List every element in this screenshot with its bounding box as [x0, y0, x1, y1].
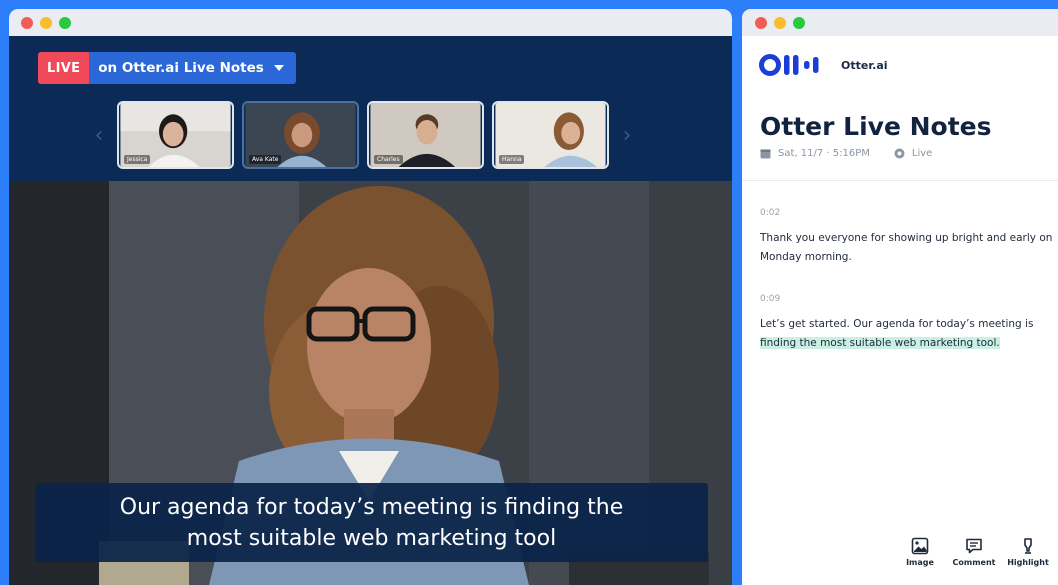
close-window-button[interactable] [21, 16, 33, 29]
divider [742, 180, 1058, 181]
note-date: Sat, 11/7 · 5:16PM [778, 148, 870, 159]
comment-button[interactable]: Comment [952, 537, 996, 567]
participant-thumbnail[interactable]: Ava Kate [242, 101, 359, 169]
chevron-down-icon [273, 65, 284, 71]
note-status: Live [911, 148, 933, 159]
comment-button-label: Comment [952, 558, 996, 567]
otter-logo-icon [759, 54, 819, 76]
live-notes-selector[interactable]: LIVE on Otter.ai Live Notes [38, 52, 296, 84]
calendar-icon [760, 149, 771, 159]
note-action-bar: Image Comment Highlight [898, 537, 1050, 567]
image-icon [911, 537, 929, 555]
notes-titlebar [742, 9, 1058, 36]
participant-name: Ava Kate [249, 155, 282, 164]
highlight-button-label: Highlight [1007, 558, 1049, 567]
live-source-label: on Otter.ai Live Notes [98, 60, 264, 76]
minimize-window-button[interactable] [774, 16, 786, 29]
highlight-button[interactable]: Highlight [1006, 537, 1050, 567]
note-meta: Sat, 11/7 · 5:16PM Live [760, 148, 932, 159]
chevron-left-icon[interactable]: ‹ [89, 123, 109, 148]
highlighted-text[interactable]: finding the most suitable web marketing … [760, 337, 1000, 349]
participant-name: Hanna [499, 155, 525, 164]
live-caption: Our agenda for today’s meeting is findin… [35, 483, 708, 562]
participant-name: Charles [374, 155, 403, 164]
close-window-button[interactable] [755, 16, 767, 29]
meeting-window: LIVE on Otter.ai Live Notes ‹ Jessica Av… [9, 9, 732, 585]
participant-name: Jessica [124, 155, 151, 164]
comment-icon [966, 538, 982, 554]
live-status-icon [894, 148, 905, 159]
transcript-paragraph[interactable]: Let’s get started. Our agenda for today’… [760, 315, 1056, 353]
participant-thumbnail[interactable]: Charles [367, 101, 484, 169]
highlighter-icon [1024, 538, 1032, 554]
image-button-label: Image [906, 558, 934, 567]
page-title: Otter Live Notes [760, 112, 992, 141]
transcript-paragraph[interactable]: Thank you everyone for showing up bright… [760, 229, 1056, 267]
image-button[interactable]: Image [898, 537, 942, 567]
transcript-timestamp[interactable]: 0:02 [760, 208, 780, 218]
maximize-window-button[interactable] [59, 16, 71, 29]
maximize-window-button[interactable] [793, 16, 805, 29]
chevron-right-icon[interactable]: › [617, 123, 637, 148]
live-source-dropdown[interactable]: on Otter.ai Live Notes [89, 52, 296, 84]
minimize-window-button[interactable] [40, 16, 52, 29]
live-badge: LIVE [38, 52, 90, 84]
meeting-titlebar [9, 9, 732, 36]
caption-line-2: most suitable web marketing tool [186, 526, 557, 551]
transcript-text: Let’s get started. Our agenda for today’… [760, 318, 1034, 330]
participant-strip: ‹ Jessica Ava Kate Charles Hanna › [89, 101, 659, 169]
caption-line-1: Our agenda for today’s meeting is findin… [119, 495, 624, 520]
participant-thumbnail[interactable]: Hanna [492, 101, 609, 169]
brand-header: Otter.ai [759, 54, 888, 76]
participant-thumbnail[interactable]: Jessica [117, 101, 234, 169]
otter-notes-window: Otter.ai Otter Live Notes Sat, 11/7 · 5:… [742, 9, 1058, 585]
brand-name: Otter.ai [841, 58, 888, 72]
transcript-timestamp[interactable]: 0:09 [760, 294, 780, 304]
